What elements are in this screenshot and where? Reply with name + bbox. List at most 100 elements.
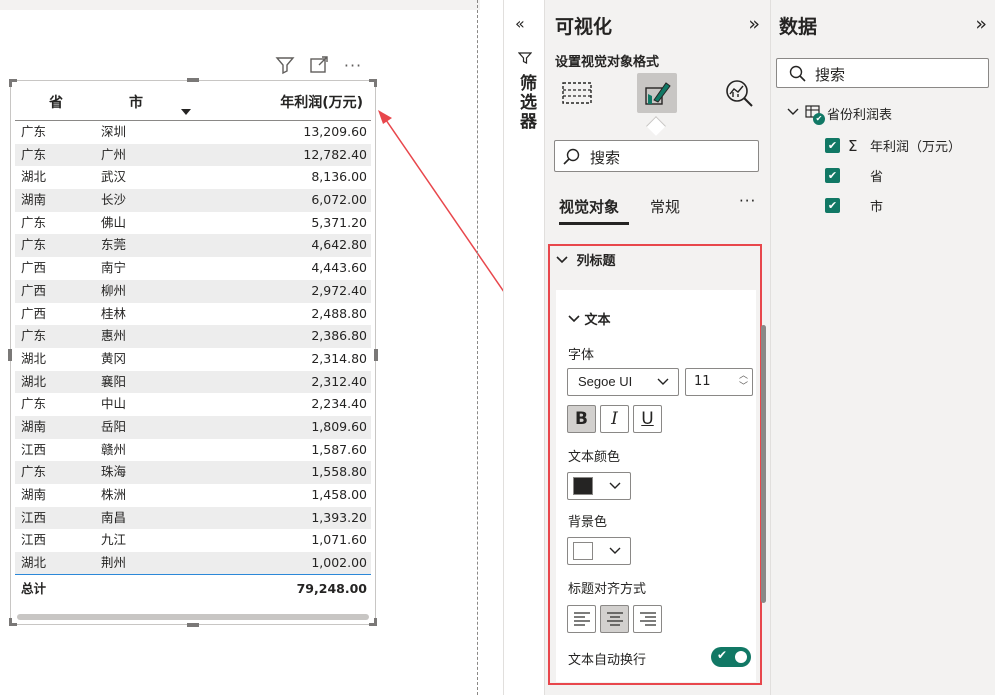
field-profit[interactable]: ✔ Σ 年利润（万元） [825, 136, 961, 155]
align-center-icon [606, 612, 623, 626]
field-province[interactable]: ✔ 省 [825, 166, 883, 185]
table-row[interactable]: 广东 佛山 5,371.20 [15, 212, 371, 235]
table-row[interactable]: 湖北 襄阳 2,312.40 [15, 370, 371, 394]
column-header-profit[interactable]: 年利润(万元) [280, 92, 363, 112]
cell-profit: 2,312.40 [311, 373, 367, 389]
resize-handle[interactable] [8, 349, 12, 361]
resize-handle[interactable] [374, 349, 378, 361]
align-right-button[interactable] [633, 605, 662, 633]
bold-button[interactable]: B [567, 405, 596, 433]
cell-profit: 2,488.80 [311, 305, 367, 321]
text-color-picker[interactable] [567, 472, 631, 500]
expand-icon[interactable]: » [748, 13, 760, 35]
expand-icon[interactable]: » [975, 13, 987, 35]
active-tab-indicator [559, 222, 629, 225]
check-icon: ✔ [813, 112, 825, 125]
viz-search-input[interactable]: 搜索 [554, 140, 759, 172]
field-city[interactable]: ✔ 市 [825, 196, 883, 215]
filter-icon[interactable] [274, 54, 296, 76]
horizontal-scrollbar[interactable] [17, 614, 369, 620]
checkbox-checked[interactable]: ✔ [825, 198, 840, 213]
data-pane-title: 数据 [779, 16, 818, 38]
background-color-picker[interactable] [567, 537, 631, 565]
more-options-icon[interactable]: ··· [739, 192, 756, 210]
funnel-icon [517, 50, 533, 69]
tab-general[interactable]: 常规 [650, 196, 680, 217]
cell-province: 湖南 [21, 418, 47, 434]
font-size-stepper[interactable]: 11 ︿ ﹀ [685, 368, 753, 396]
cell-province: 广东 [21, 328, 47, 344]
cell-profit: 8,136.00 [311, 169, 367, 185]
search-icon [789, 65, 807, 87]
alignment-buttons [567, 605, 662, 633]
table-name: 省份利润表 [827, 108, 893, 123]
italic-button[interactable]: I [600, 405, 629, 433]
word-wrap-toggle[interactable]: ✔ [711, 647, 751, 667]
table-row[interactable]: 广东 广州 12,782.40 [15, 143, 371, 167]
tree-table-node[interactable]: ✔ 省份利润表 [787, 104, 893, 125]
canvas-top-strip [0, 0, 480, 10]
analytics-icon[interactable] [719, 73, 759, 113]
table-row[interactable]: 湖北 武汉 8,136.00 [15, 166, 371, 189]
cell-province: 广东 [21, 214, 47, 230]
align-center-button[interactable] [600, 605, 629, 633]
resize-corner[interactable] [9, 618, 17, 626]
collapse-filters-icon[interactable]: « [515, 14, 525, 33]
cell-profit: 5,371.20 [311, 214, 367, 230]
checkbox-checked[interactable]: ✔ [825, 168, 840, 183]
table-row[interactable]: 江西 赣州 1,587.60 [15, 439, 371, 462]
table-row[interactable]: 湖北 黄冈 2,314.80 [15, 348, 371, 371]
vertical-scrollbar[interactable] [761, 325, 766, 603]
cell-province: 广西 [21, 282, 47, 298]
table-row[interactable]: 广东 惠州 2,386.80 [15, 325, 371, 348]
column-header-city[interactable]: 市 [129, 92, 143, 112]
font-label: 字体 [568, 348, 595, 363]
filters-title[interactable]: 筛选器 [514, 74, 539, 131]
align-left-button[interactable] [567, 605, 596, 633]
cell-profit: 12,782.40 [303, 146, 367, 162]
resize-handle[interactable] [187, 623, 199, 627]
column-header-province[interactable]: 省 [49, 92, 63, 112]
font-family-select[interactable]: Segoe UI [567, 368, 679, 396]
table-row[interactable]: 广东 珠海 1,558.80 [15, 461, 371, 484]
table-row[interactable]: 江西 九江 1,071.60 [15, 529, 371, 552]
table-row[interactable]: 湖北 荆州 1,002.00 [15, 552, 371, 575]
underline-button[interactable]: U [633, 405, 662, 433]
cell-profit: 4,642.80 [311, 237, 367, 253]
table-row[interactable]: 广西 柳州 2,972.40 [15, 279, 371, 303]
table-row[interactable]: 广西 桂林 2,488.80 [15, 303, 371, 326]
table-row[interactable]: 江西 南昌 1,393.20 [15, 506, 371, 530]
data-search-input[interactable]: 搜索 [776, 58, 989, 88]
color-swatch [573, 542, 593, 560]
text-settings-card: 文本 字体 Segoe UI 11 ︿ ﹀ B I U 文本颜色 背景色 标题对… [556, 290, 756, 682]
tab-visual[interactable]: 视觉对象 [559, 196, 619, 217]
table-row[interactable]: 广西 南宁 4,443.60 [15, 257, 371, 280]
table-row[interactable]: 湖南 株洲 1,458.00 [15, 484, 371, 507]
focus-mode-icon[interactable] [308, 54, 330, 76]
card-header[interactable]: 文本 [568, 309, 611, 328]
decrement-icon[interactable]: ﹀ [739, 383, 748, 392]
chevron-down-icon [568, 313, 585, 328]
cell-city: 珠海 [101, 464, 127, 480]
build-visual-icon[interactable] [557, 73, 597, 113]
table-visual[interactable]: 省 市 年利润(万元) 广东 深圳 13,209.60 广东 广州 12,782.40 湖北… [8, 78, 378, 627]
checkbox-checked[interactable]: ✔ [825, 138, 840, 153]
more-options-icon[interactable]: ··· [342, 54, 364, 76]
section-header[interactable]: 列标题 [556, 250, 616, 269]
table-row[interactable]: 广东 深圳 13,209.60 [15, 121, 371, 144]
table-row[interactable]: 广东 东莞 4,642.80 [15, 234, 371, 258]
increment-icon[interactable]: ︿ [739, 372, 748, 381]
toggle-knob [735, 651, 747, 663]
table-row[interactable]: 广东 中山 2,234.40 [15, 393, 371, 416]
selection-pointer [646, 116, 666, 136]
align-left-icon [573, 612, 590, 626]
total-value: 79,248.00 [296, 581, 367, 596]
table-row[interactable]: 湖南 长沙 6,072.00 [15, 189, 371, 212]
cell-city: 深圳 [101, 124, 127, 139]
table-row[interactable]: 湖南 岳阳 1,809.60 [15, 415, 371, 439]
cell-profit: 1,458.00 [311, 487, 367, 502]
cell-city: 长沙 [101, 192, 127, 208]
cell-province: 广东 [21, 124, 47, 139]
format-visual-icon[interactable] [637, 73, 677, 113]
resize-corner[interactable] [369, 618, 377, 626]
